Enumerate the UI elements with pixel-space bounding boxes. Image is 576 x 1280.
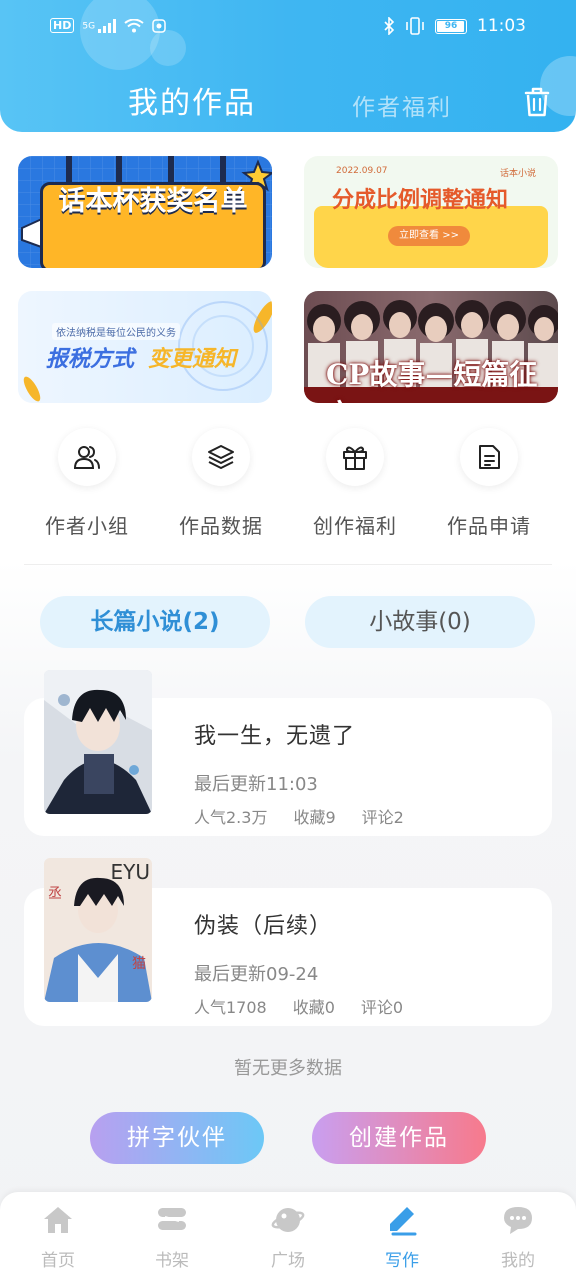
home-icon (44, 1207, 72, 1233)
banner-tax-title-part2: 变更通知 (148, 347, 237, 372)
nav-plaza[interactable]: 广场 (250, 1204, 326, 1271)
create-work-button[interactable]: 创建作品 (312, 1112, 486, 1164)
divider (24, 564, 552, 565)
svg-text:丞: 丞 (48, 886, 62, 902)
clock: 11:03 (477, 16, 526, 36)
quick-label: 创作福利 (313, 514, 397, 538)
nav-label: 书架 (155, 1251, 189, 1271)
quick-label: 作品数据 (179, 514, 263, 538)
work-title: 我一生，无遗了 (194, 724, 356, 749)
quick-work-data[interactable]: 作品数据 (166, 428, 276, 539)
work-comments: 评论0 (360, 998, 404, 1017)
nav-write[interactable]: 写作 (364, 1204, 440, 1271)
users-icon (73, 446, 100, 469)
hd-badge: HD (50, 18, 75, 33)
work-last-update: 最后更新11:03 (194, 774, 318, 795)
gift-icon (343, 446, 367, 470)
quick-author-group[interactable]: 作者小组 (32, 428, 142, 539)
battery-icon: 96 (435, 18, 467, 34)
work-stats: 人气1708 收藏0 评论0 (194, 994, 403, 1018)
nav-bookshelf[interactable]: 书架 (134, 1204, 210, 1271)
banner-revenue-title: 分成比例调整通知 (332, 188, 509, 213)
banner-tax-title-part1: 报税方式 (46, 347, 135, 372)
network-type: 5G (82, 21, 96, 31)
battery-level: 96 (444, 20, 458, 31)
quick-label: 作者小组 (45, 514, 129, 538)
chat-bubble-icon (504, 1207, 532, 1234)
banner-tag: 话本小说 (499, 169, 536, 179)
tab-my-works[interactable]: 我的作品 (128, 78, 256, 122)
pen-icon (390, 1207, 417, 1236)
banner-revenue-share[interactable]: 2022.09.07 话本小说 分成比例调整通知 立即查看 >> (304, 156, 558, 268)
no-more-data: 暂无更多数据 (234, 1058, 342, 1079)
banner-view-button[interactable]: 立即查看 >> (388, 226, 470, 246)
quick-creation-benefits[interactable]: 创作福利 (300, 428, 410, 539)
quick-work-application[interactable]: 作品申请 (434, 428, 544, 539)
wifi-icon (124, 18, 144, 32)
banner-tax-subtitle: 依法纳税是每位公民的义务 (52, 323, 180, 340)
banner-cp-title: CP故事—短篇征文 (326, 358, 538, 403)
bookshelf-icon (158, 1208, 186, 1230)
nav-mine[interactable]: 我的 (480, 1204, 556, 1271)
cover-text: EYU (110, 860, 151, 884)
nav-label: 广场 (271, 1251, 305, 1271)
tab-short-story[interactable]: 小故事(0) (305, 596, 535, 648)
cover-art (44, 670, 152, 814)
nav-label: 写作 (385, 1251, 419, 1271)
signal-icon: 5G (82, 18, 116, 33)
tab-author-benefits[interactable]: 作者福利 (352, 88, 452, 122)
work-popularity: 人气1708 (194, 998, 267, 1017)
work-cover[interactable] (44, 670, 152, 814)
banner-cp-story-contest[interactable]: CP故事—短篇征文 (304, 291, 558, 403)
document-icon (479, 445, 500, 469)
nav-label: 我的 (501, 1251, 535, 1271)
banner-award-list[interactable]: 话本杯获奖名单 (18, 156, 272, 268)
work-favorites: 收藏9 (293, 808, 336, 827)
svg-text:猫: 猫 (132, 956, 146, 972)
banner-tax-notice[interactable]: 依法纳税是每位公民的义务 报税方式 变更通知 (18, 291, 272, 403)
status-bar: HD 5G 96 11:03 (0, 0, 576, 58)
work-title: 伪装（后续） (194, 914, 333, 939)
work-last-update: 最后更新09-24 (194, 964, 319, 985)
quick-label: 作品申请 (447, 514, 531, 538)
vibrate-icon (406, 17, 424, 35)
banner-date: 2022.09.07 (336, 166, 388, 176)
header: HD 5G 96 11:03 我的作品 作者福利 (0, 0, 576, 132)
work-stats: 人气2.3万 收藏9 评论2 (194, 804, 404, 828)
planet-icon (271, 1208, 305, 1232)
tab-long-novel[interactable]: 长篇小说(2) (40, 596, 270, 648)
work-comments: 评论2 (361, 808, 404, 827)
writing-partner-button[interactable]: 拼字伙伴 (90, 1112, 264, 1164)
bluetooth-icon (384, 17, 395, 35)
trash-icon[interactable] (522, 86, 552, 118)
nav-home[interactable]: 首页 (20, 1204, 96, 1271)
nav-label: 首页 (41, 1251, 75, 1271)
layers-icon (208, 445, 234, 469)
work-popularity: 人气2.3万 (194, 808, 268, 827)
bottom-nav: 首页 书架 广场 写作 我的 (0, 1192, 576, 1280)
work-favorites: 收藏0 (292, 998, 335, 1017)
work-cover[interactable]: 丞 猫 EYU (44, 858, 152, 1002)
banner-award-text: 话本杯获奖名单 (58, 186, 248, 217)
app-notification-icon (152, 18, 166, 33)
